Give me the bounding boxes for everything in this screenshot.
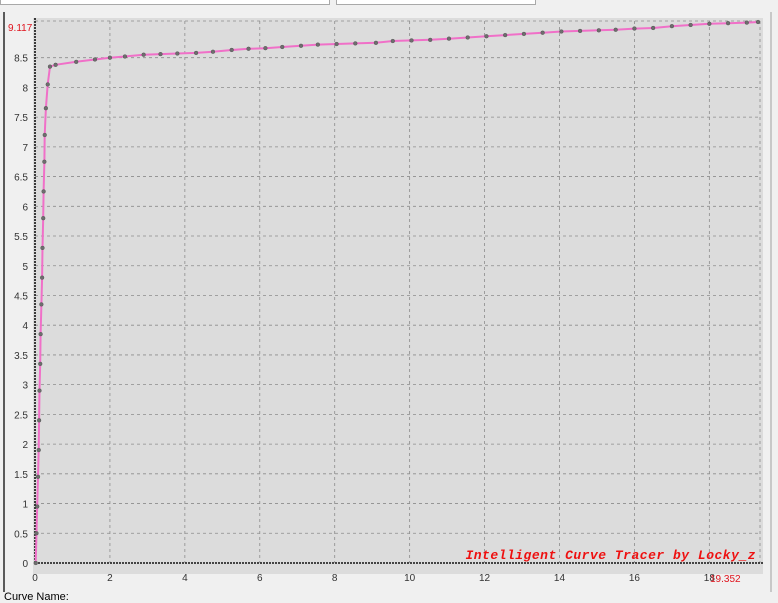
curve-name-label: Curve Name: [4,591,69,603]
y-tick-label: 1.5 [14,470,28,481]
curve-point [596,28,601,33]
curve-point [246,46,251,51]
y-tick-label: 4 [22,321,28,332]
plot-area[interactable] [33,18,763,574]
curve-point [632,26,637,31]
curve-point [540,30,545,35]
curve-point [43,106,48,111]
y-tick-label: 1 [22,500,28,511]
y-max-label: 9.117 [8,23,33,34]
curve-point [41,189,46,194]
y-tick-label: 0 [22,559,28,570]
y-tick-label: 2.5 [14,410,28,421]
y-tick-label: 6.5 [14,173,28,184]
curve-point [141,52,146,57]
curve-point [428,37,433,42]
y-tick-label: 7.5 [14,113,28,124]
curve-point [334,41,339,47]
curve-point [37,388,42,393]
x-tick-label: 6 [257,573,263,584]
curve-point [484,34,489,39]
x-tick-label: 14 [554,573,566,584]
curve-point [390,38,395,44]
curve-point [651,25,656,31]
curve-point [39,302,44,307]
curve-point [74,59,79,64]
toolbar-field-right[interactable] [336,0,536,5]
curve-point [158,52,163,57]
curve-point [122,54,128,59]
curve-point [229,47,234,53]
y-tick-label: 5.5 [14,232,28,243]
curve-point [353,41,358,46]
x-tick-label: 2 [107,573,113,584]
x-max-label: 19.352 [710,574,741,585]
curve-point [45,82,50,87]
x-tick-label: 16 [629,573,641,584]
curve-point [40,275,45,280]
y-tick-label: 3.5 [14,351,28,362]
x-tick-label: 10 [404,573,416,584]
curve-point [446,36,452,41]
curve-point [298,43,304,48]
curve-point [36,447,41,453]
x-tick-label: 12 [479,573,491,584]
curve-point [559,29,564,34]
curve-point [577,28,583,34]
curve-point [42,159,47,164]
y-tick-label: 3 [22,381,28,392]
curve-point [38,332,43,337]
curve-point [47,64,53,69]
curve-point [53,62,58,67]
curve-point [669,24,674,29]
curve-plot[interactable]: 0 0.5 1 1.5 2 2.5 3 3.5 4 4.5 5 5.5 6 6.5 7 7.5 8 8.5 0 2 4 6… [0,10,778,592]
curve-point [37,418,42,423]
y-tick-label: 5 [22,262,28,273]
curve-point [280,44,285,50]
curve-point [521,31,527,37]
curve-point [755,19,761,25]
curve-point [42,132,47,138]
y-tick-label: 8 [22,83,28,94]
curve-point [107,55,113,60]
curve-point [744,20,749,25]
curve-point [373,40,379,45]
curve-point [263,46,268,51]
y-tick-label: 2 [22,440,28,451]
y-tick-label: 0.5 [14,529,28,540]
curve-point [409,38,414,43]
x-tick-label: 4 [182,573,188,584]
watermark-text: Intelligent Curve Tracer by Locky_z [465,548,756,563]
y-tick-label: 4.5 [14,291,28,302]
curve-point [503,32,508,38]
curve-point [35,474,41,479]
curve-point [40,245,45,251]
top-toolbar-strip [0,0,778,10]
curve-point [33,560,38,566]
x-tick-label: 8 [332,573,338,584]
toolbar-field-left[interactable] [0,0,330,5]
curve-point [210,49,216,54]
y-tick-label: 8.5 [14,54,28,65]
curve-point [38,361,43,366]
y-tick-label: 6 [22,202,28,213]
curve-point [34,531,39,536]
curve-point [707,21,712,26]
curve-point [175,51,180,56]
x-tick-label: 0 [32,573,38,584]
y-tick-label: 7 [22,143,28,154]
curve-point [613,27,618,32]
curve-point [41,216,46,221]
curve-point [315,42,320,47]
curve-point [193,50,199,56]
curve-point [465,35,470,40]
curve-point [725,21,731,26]
curve-point [92,57,98,62]
curve-point [688,22,693,28]
curve-point [35,504,40,509]
